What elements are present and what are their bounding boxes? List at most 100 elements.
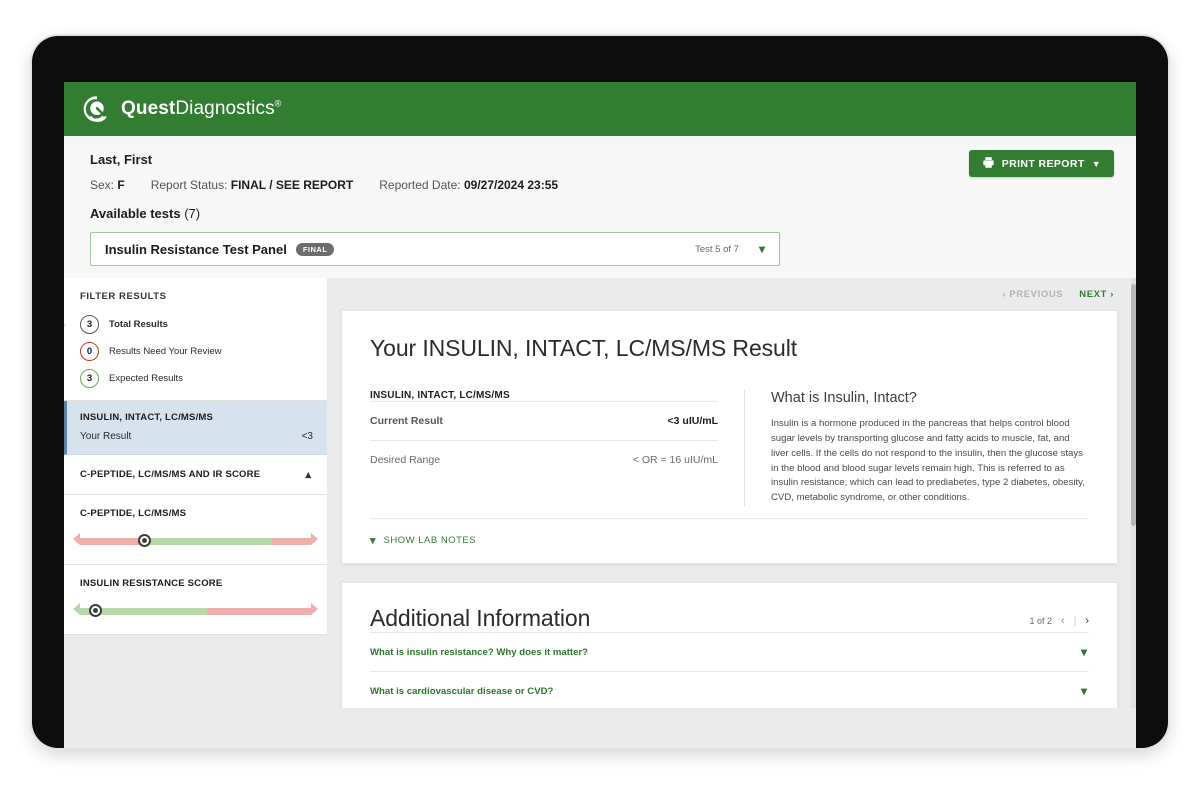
list-item[interactable]: What is insulin resistance? Why does it …: [370, 632, 1089, 671]
brand-name-bold: Quest: [121, 98, 176, 119]
gauge-track: [80, 538, 311, 545]
patient-meta: Sex: F Report Status: FINAL / SEE REPORT…: [90, 178, 1110, 192]
filter-needs-review[interactable]: 0 Results Need Your Review: [64, 338, 327, 365]
next-result-button[interactable]: NEXT ›: [1079, 289, 1114, 300]
show-lab-notes-label: SHOW LAB NOTES: [383, 535, 477, 547]
content-area: FILTER RESULTS 3 Total Results 0 Results…: [64, 278, 1136, 708]
chevron-up-icon: ▴: [305, 469, 311, 481]
sidebar-item-result-value: <3: [301, 431, 313, 442]
available-tests-title: Available tests (7): [90, 206, 1110, 221]
filter-count-badge: 3: [80, 369, 99, 388]
test-position-indicator: Test 5 of 7: [695, 243, 739, 255]
scrollbar-thumb[interactable]: [1131, 284, 1136, 526]
gauge-right-cap-icon: [311, 603, 318, 615]
patient-header: Last, First Sex: F Report Status: FINAL …: [64, 136, 1136, 278]
show-lab-notes-toggle[interactable]: ▾ SHOW LAB NOTES: [370, 518, 1089, 563]
filter-results-card: FILTER RESULTS 3 Total Results 0 Results…: [64, 278, 327, 401]
chevron-down-icon: ▾: [758, 242, 765, 256]
gauge-title: C-PEPTIDE, LC/MS/MS: [80, 508, 187, 519]
result-pager: ‹ PREVIOUS NEXT ›: [341, 278, 1118, 310]
brand-wordmark: QuestDiagnostics®: [121, 98, 281, 120]
gauge-bar[interactable]: [73, 533, 318, 547]
result-explainer-column: What is Insulin, Intact? Insulin is a ho…: [744, 390, 1089, 507]
explainer-body: Insulin is a hormone produced in the pan…: [771, 418, 1085, 504]
sidebar-item-title: INSULIN, INTACT, LC/MS/MS: [80, 412, 214, 423]
reported-date-label: Reported Date:: [379, 178, 461, 192]
sidebar-item-result-label: Your Result: [80, 431, 132, 442]
chevron-left-icon[interactable]: ‹: [1061, 615, 1065, 627]
sidebar-item-insulin-intact[interactable]: INSULIN, INTACT, LC/MS/MS Your Result <3: [64, 401, 327, 455]
current-result-label: Current Result: [370, 415, 443, 427]
main-panel: ‹ PREVIOUS NEXT › Your INSULIN, INTACT, …: [327, 278, 1136, 708]
gauge-track: [80, 608, 311, 615]
available-tests-count: (7): [184, 206, 201, 221]
filter-count-badge: 0: [80, 342, 99, 361]
gauge-left-cap-icon: [73, 603, 80, 615]
page-title: Your INSULIN, INTACT, LC/MS/MS Result: [370, 335, 798, 361]
printer-icon: [982, 156, 995, 172]
chevron-down-icon: ▾: [1080, 684, 1087, 699]
result-panel-title: INSULIN, INTACT, LC/MS/MS: [370, 390, 510, 401]
gauge-marker-icon: [89, 604, 103, 617]
desired-range-value: < OR = 16 uIU/mL: [632, 454, 718, 466]
additional-info-title: Additional Information: [370, 605, 591, 632]
gauge-right-cap-icon: [311, 533, 318, 545]
test-selector[interactable]: Insulin Resistance Test Panel FINAL Test…: [90, 232, 780, 266]
previous-result-button[interactable]: ‹ PREVIOUS: [1002, 289, 1063, 300]
active-filter-pointer-icon: [64, 314, 66, 335]
sex-value: F: [117, 178, 125, 192]
filter-label: Expected Results: [109, 373, 183, 384]
gauge-insulin-resistance-score: INSULIN RESISTANCE SCORE: [64, 565, 327, 635]
report-status-label: Report Status:: [150, 178, 228, 192]
report-status-value: FINAL / SEE REPORT: [230, 178, 354, 192]
print-report-label: PRINT REPORT: [1001, 157, 1085, 170]
gauge-cpeptide: C-PEPTIDE, LC/MS/MS: [64, 495, 327, 565]
explainer-title: What is Insulin, Intact?: [771, 390, 917, 406]
pager-divider: |: [1073, 615, 1077, 627]
reported-date-value: 09/27/2024 23:55: [463, 178, 559, 192]
faq-question: What is cardiovascular disease or CVD?: [370, 685, 554, 697]
brand-registered-mark: ®: [274, 98, 282, 109]
chevron-right-icon[interactable]: ›: [1085, 615, 1089, 627]
result-card: Your INSULIN, INTACT, LC/MS/MS Result IN…: [341, 310, 1118, 565]
filter-label: Total Results: [109, 319, 168, 330]
selected-test-name: Insulin Resistance Test Panel: [105, 241, 287, 257]
patient-name: Last, First: [90, 152, 153, 167]
status-badge: FINAL: [295, 242, 335, 256]
chevron-down-icon: ▼: [1091, 158, 1101, 169]
next-label: NEXT: [1079, 288, 1107, 300]
chevron-left-icon: ‹: [1002, 288, 1007, 300]
results-sidebar: FILTER RESULTS 3 Total Results 0 Results…: [64, 278, 327, 708]
filter-total-results[interactable]: 3 Total Results: [64, 311, 327, 338]
reported-date-field: Reported Date: 09/27/2024 23:55: [379, 178, 558, 192]
filter-expected-results[interactable]: 3 Expected Results: [64, 365, 327, 400]
sidebar-item-result-row: Your Result <3: [80, 431, 313, 442]
additional-info-page-indicator: 1 of 2: [1029, 616, 1053, 627]
chevron-down-icon: ▾: [370, 535, 376, 548]
additional-info-pager: 1 of 2 ‹ | ›: [1030, 615, 1089, 632]
additional-info-header: Additional Information 1 of 2 ‹ | ›: [370, 605, 1089, 632]
filter-label: Results Need Your Review: [109, 346, 222, 357]
sidebar-group-title: C-PEPTIDE, LC/MS/MS AND IR SCORE: [80, 469, 261, 480]
app-screen: QuestDiagnostics® Last, First Sex: F Rep…: [64, 82, 1136, 748]
print-report-button[interactable]: PRINT REPORT ▼: [968, 150, 1114, 177]
vertical-scrollbar[interactable]: [1131, 278, 1136, 708]
filter-count-badge: 3: [80, 315, 99, 334]
additional-information-card: Additional Information 1 of 2 ‹ | › What…: [341, 582, 1118, 708]
sidebar-group-cpeptide-ir[interactable]: C-PEPTIDE, LC/MS/MS AND IR SCORE ▴: [64, 455, 327, 495]
gauge-left-cap-icon: [73, 533, 80, 545]
device-frame: QuestDiagnostics® Last, First Sex: F Rep…: [32, 36, 1168, 748]
table-row: Desired Range < OR = 16 uIU/mL: [370, 440, 718, 479]
sex-field: Sex: F: [90, 178, 125, 192]
table-row: Current Result <3 uIU/mL: [370, 401, 718, 440]
gauge-bar[interactable]: [73, 603, 318, 617]
previous-label: PREVIOUS: [1009, 288, 1064, 300]
filter-results-header: FILTER RESULTS: [80, 291, 167, 302]
gauge-marker-icon: [137, 534, 151, 547]
current-result-value: <3 uIU/mL: [667, 415, 718, 427]
gauge-title: INSULIN RESISTANCE SCORE: [80, 578, 223, 589]
result-details-grid: INSULIN, INTACT, LC/MS/MS Current Result…: [370, 390, 1089, 507]
chevron-down-icon: ▾: [1080, 645, 1087, 660]
list-item[interactable]: What is cardiovascular disease or CVD? ▾: [370, 671, 1089, 708]
desired-range-label: Desired Range: [370, 454, 441, 466]
